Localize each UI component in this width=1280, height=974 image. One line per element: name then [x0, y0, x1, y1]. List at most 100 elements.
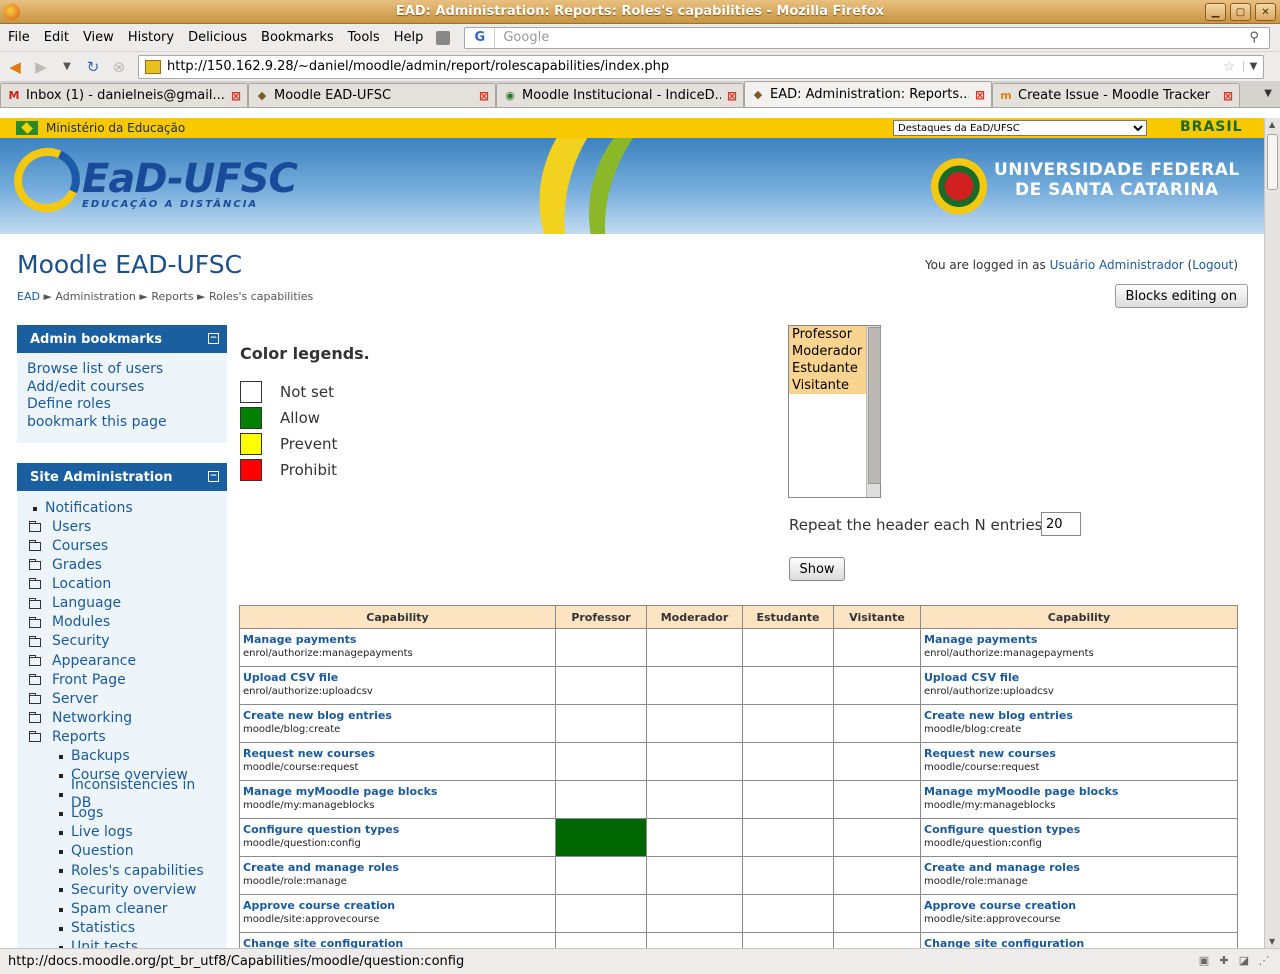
capability-link[interactable]: Create new blog entries	[243, 709, 552, 722]
menu-view[interactable]: View	[76, 30, 121, 45]
resize-grip-icon[interactable]: ⋰	[1258, 955, 1270, 967]
sidebar-report-security-overview[interactable]: Security overview	[27, 881, 217, 900]
show-button[interactable]: Show	[789, 557, 845, 581]
roles-scrollbar[interactable]	[866, 326, 881, 497]
blocks-editing-button[interactable]: Blocks editing on	[1114, 284, 1248, 308]
roles-multiselect[interactable]: Professor Moderador Estudante Visitante	[788, 325, 881, 498]
sidebar-item-server[interactable]: Server	[27, 690, 217, 709]
forward-arrow-icon[interactable]: ▶	[30, 56, 52, 78]
scrollbar-thumb[interactable]	[1267, 134, 1278, 190]
role-option-moderador[interactable]: Moderador	[789, 343, 866, 360]
search-box[interactable]: G Google ⚲	[464, 26, 1271, 49]
bookmark-star-icon[interactable]: ☆	[1223, 59, 1243, 75]
search-input[interactable]: Google	[495, 30, 1249, 45]
url-input[interactable]: http://150.162.9.28/~daniel/moodle/admin…	[167, 59, 1223, 74]
sidebar-item-appearance[interactable]: Appearance	[27, 652, 217, 671]
sidebar-item-front-page[interactable]: Front Page	[27, 671, 217, 690]
google-engine-icon[interactable]: G	[465, 27, 496, 48]
collapse-icon[interactable]: −	[208, 471, 219, 482]
history-dropdown-icon[interactable]: ▼	[56, 56, 78, 78]
capability-link[interactable]: Manage myMoodle page blocks	[924, 785, 1234, 798]
scroll-up-icon[interactable]: ▲	[1269, 120, 1275, 129]
delicious-icon[interactable]: ✚	[1218, 955, 1230, 967]
tab-close-icon[interactable]: ⊠	[727, 89, 737, 103]
tag-icon[interactable]: ◪	[1238, 955, 1250, 967]
sidebar-report-backups[interactable]: Backups	[27, 747, 217, 766]
sidebar-report-unit-tests[interactable]: Unit tests	[27, 938, 217, 948]
sidebar-report-question[interactable]: Question	[27, 843, 217, 862]
menu-bookmarks[interactable]: Bookmarks	[254, 30, 341, 45]
sidebar-item-users[interactable]: Users	[27, 518, 217, 537]
link-browse-users[interactable]: Browse list of users	[27, 361, 217, 379]
back-arrow-icon[interactable]: ◀	[4, 56, 26, 78]
sidebar-report-inconsistencies-in-db[interactable]: Inconsistencies in DB	[27, 777, 217, 811]
menu-history[interactable]: History	[121, 30, 181, 45]
tab-list-icon[interactable]: ▼	[1264, 88, 1272, 99]
repeat-input[interactable]	[1041, 512, 1081, 536]
sidebar-item-courses[interactable]: Courses	[27, 537, 217, 556]
capability-link[interactable]: Create and manage roles	[243, 861, 552, 874]
capability-link[interactable]: Change site configuration	[924, 937, 1234, 948]
sidebar-item-language[interactable]: Language	[27, 594, 217, 613]
menu-edit[interactable]: Edit	[37, 30, 76, 45]
capability-link[interactable]: Approve course creation	[924, 899, 1234, 912]
sidebar-report-statistics[interactable]: Statistics	[27, 919, 217, 938]
capability-link[interactable]: Upload CSV file	[924, 671, 1234, 684]
logout-link[interactable]: Logout	[1192, 258, 1233, 272]
tab-ead-administration[interactable]: ◆ EAD: Administration: Reports... ⊠	[744, 81, 992, 107]
capability-link[interactable]: Create new blog entries	[924, 709, 1234, 722]
link-bookmark-page[interactable]: bookmark this page	[27, 414, 217, 432]
sidebar-item-networking[interactable]: Networking	[27, 709, 217, 728]
tab-close-icon[interactable]: ⊠	[975, 88, 985, 102]
tab-moodle-tracker[interactable]: m Create Issue - Moodle Tracker ⊠	[992, 83, 1240, 107]
sidebar-item-location[interactable]: Location	[27, 575, 217, 594]
link-define-roles[interactable]: Define roles	[27, 396, 217, 414]
capability-link[interactable]: Manage myMoodle page blocks	[243, 785, 552, 798]
role-option-visitante[interactable]: Visitante	[789, 377, 866, 394]
addon-icon[interactable]: ▣	[1198, 955, 1210, 967]
capability-link[interactable]: Configure question types	[243, 823, 552, 836]
delicious-tag-icon[interactable]	[436, 30, 451, 45]
capability-link[interactable]: Upload CSV file	[243, 671, 552, 684]
menu-delicious[interactable]: Delicious	[181, 30, 254, 45]
user-link[interactable]: Usuário Administrador	[1050, 258, 1184, 272]
capability-link[interactable]: Create and manage roles	[924, 861, 1234, 874]
sidebar-item-notifications[interactable]: Notifications	[27, 499, 217, 518]
tab-moodle-institucional[interactable]: ◉ Moodle Institucional - IndiceD... ⊠	[496, 83, 744, 107]
highlights-select[interactable]: Destaques da EaD/UFSC	[893, 120, 1147, 136]
close-icon[interactable]: ✕	[1255, 3, 1276, 21]
reload-icon[interactable]: ↻	[82, 56, 104, 78]
tab-moodle-ead[interactable]: ◆ Moodle EAD-UFSC ⊠	[248, 83, 496, 107]
tab-close-icon[interactable]: ⊠	[231, 89, 241, 103]
collapse-icon[interactable]: −	[208, 333, 219, 344]
capability-link[interactable]: Request new courses	[243, 747, 552, 760]
sidebar-report-spam-cleaner[interactable]: Spam cleaner	[27, 900, 217, 919]
sidebar-item-reports[interactable]: Reports	[27, 728, 217, 747]
scroll-down-icon[interactable]: ▼	[1269, 937, 1275, 946]
menu-tools[interactable]: Tools	[341, 30, 387, 45]
tab-close-icon[interactable]: ⊠	[479, 89, 489, 103]
tab-gmail[interactable]: M Inbox (1) - danielneis@gmail.... ⊠	[0, 83, 248, 107]
magnifier-icon[interactable]: ⚲	[1249, 30, 1269, 45]
link-add-edit-courses[interactable]: Add/edit courses	[27, 379, 217, 397]
sidebar-item-security[interactable]: Security	[27, 633, 217, 652]
breadcrumb-ead[interactable]: EAD	[17, 290, 40, 303]
sidebar-report-live-logs[interactable]: Live logs	[27, 824, 217, 843]
capability-link[interactable]: Request new courses	[924, 747, 1234, 760]
tab-close-icon[interactable]: ⊠	[1223, 89, 1233, 103]
url-dropdown-icon[interactable]: ▼	[1243, 61, 1263, 72]
sidebar-item-grades[interactable]: Grades	[27, 556, 217, 575]
minimize-icon[interactable]: ▁	[1205, 3, 1226, 21]
role-option-professor[interactable]: Professor	[789, 326, 866, 343]
menu-help[interactable]: Help	[387, 30, 431, 45]
stop-icon[interactable]: ⊗	[108, 56, 130, 78]
role-option-estudante[interactable]: Estudante	[789, 360, 866, 377]
sidebar-item-modules[interactable]: Modules	[27, 614, 217, 633]
capability-link[interactable]: Manage payments	[924, 633, 1234, 646]
menu-file[interactable]: File	[0, 30, 37, 45]
capability-link[interactable]: Approve course creation	[243, 899, 552, 912]
page-scrollbar[interactable]: ▲ ▼	[1264, 118, 1280, 948]
maximize-icon[interactable]: ▢	[1230, 3, 1251, 21]
capability-link[interactable]: Change site configuration	[243, 937, 552, 948]
capability-link[interactable]: Manage payments	[243, 633, 552, 646]
